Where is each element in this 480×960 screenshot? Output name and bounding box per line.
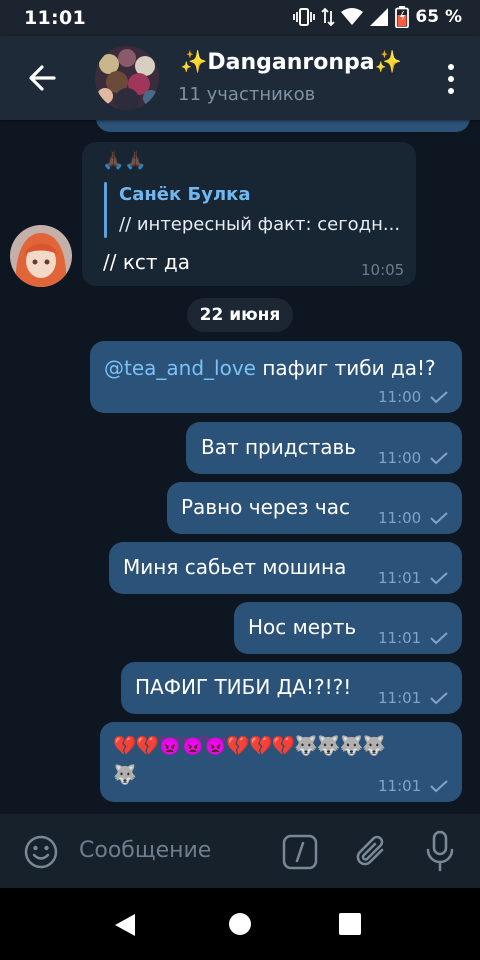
message-meta: 11:01: [378, 689, 449, 707]
emoji-icon[interactable]: [23, 834, 59, 870]
message-meta: 11:01: [378, 777, 449, 795]
nav-home-icon[interactable]: [229, 913, 251, 935]
sender-avatar[interactable]: [10, 225, 72, 287]
message-meta: 11:01: [378, 569, 449, 587]
vibrate-icon: [293, 8, 316, 26]
nav-recents-icon[interactable]: [339, 913, 361, 935]
microphone-icon[interactable]: [425, 830, 455, 872]
signal-icon: [370, 8, 389, 26]
system-nav-bar: [0, 888, 480, 960]
status-bar: 11:01 65 %: [0, 0, 480, 36]
chat-subtitle[interactable]: 11 участников: [178, 84, 315, 105]
more-vertical-icon[interactable]: [446, 62, 456, 96]
check-icon: [430, 512, 448, 525]
message-text: Миня сабьет мошина: [123, 555, 347, 579]
check-icon: [430, 632, 448, 645]
status-icons: 65 %: [293, 6, 462, 28]
message-list[interactable]: 🙏🏿🙏🏿 Санёк Булка // интересный факт: сег…: [0, 120, 480, 814]
message-time: 10:05: [361, 261, 405, 279]
reply-preview[interactable]: // интересный факт: сегодн...: [119, 214, 400, 235]
date-separator: 22 июня: [187, 298, 293, 332]
data-arrows-icon: [321, 7, 336, 27]
slash-commands-icon[interactable]: [282, 834, 318, 870]
reply-author[interactable]: Санёк Булка: [119, 184, 250, 205]
message-text: // кст да: [103, 250, 191, 274]
message-text: Равно через час: [181, 495, 350, 519]
battery-percent: 65 %: [415, 7, 462, 27]
group-avatar[interactable]: [95, 46, 159, 110]
chat-header: ✨Danganronpa✨ 11 участников: [0, 36, 480, 120]
paperclip-icon[interactable]: [354, 832, 390, 872]
message-bubble-partial[interactable]: [96, 120, 470, 132]
message-text: Ват придставь: [201, 435, 357, 459]
message-text: ПАФИГ ТИБИ ДА!?!?!: [135, 675, 352, 699]
emoji-message-line-2: 🐺: [113, 764, 137, 786]
check-icon: [430, 692, 448, 705]
check-icon: [430, 452, 448, 465]
reply-quote-bar: [104, 182, 107, 238]
sender-emoji-name: 🙏🏿🙏🏿: [102, 150, 147, 171]
message-meta: 11:00: [378, 388, 449, 406]
message-text: Нос мерть: [248, 615, 357, 639]
arrow-left-icon[interactable]: [22, 60, 62, 96]
battery-icon: [395, 6, 410, 28]
check-icon: [430, 572, 448, 585]
wifi-icon: [341, 8, 364, 25]
check-icon: [430, 391, 448, 404]
message-meta: 11:00: [378, 509, 449, 527]
message-meta: 11:00: [378, 449, 449, 467]
chat-title[interactable]: ✨Danganronpa✨: [180, 50, 402, 75]
message-input-bar: Сообщение: [0, 814, 480, 888]
check-icon: [430, 780, 448, 793]
emoji-message-line-1: 💔💔👿👿👿💔💔💔🐺🐺🐺🐺: [113, 735, 386, 757]
nav-back-icon[interactable]: [113, 912, 137, 938]
message-input[interactable]: Сообщение: [79, 838, 211, 863]
user-mention[interactable]: @tea_and_love: [104, 356, 256, 380]
status-time: 11:01: [24, 7, 86, 29]
message-text: @tea_and_love пафиг тиби да!?: [104, 356, 436, 380]
message-meta: 11:01: [378, 629, 449, 647]
